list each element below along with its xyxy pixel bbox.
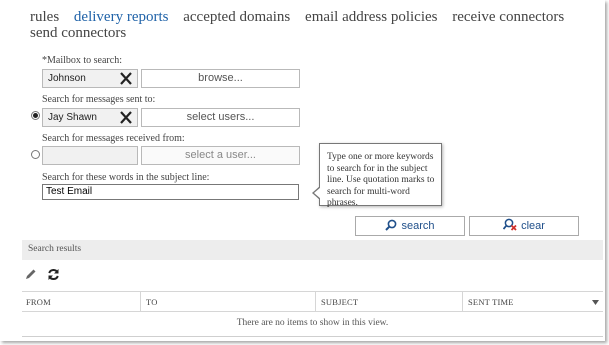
search-button[interactable]: search <box>355 216 465 236</box>
select-users-button[interactable]: select users... <box>141 108 300 127</box>
tab-email-address-policies[interactable]: email address policies <box>305 9 437 25</box>
tab-rules[interactable]: rules <box>30 9 59 25</box>
clear-button-label: clear <box>521 220 545 232</box>
tab-accepted-domains[interactable]: accepted domains <box>183 9 290 25</box>
sent-to-field[interactable]: Jay Shawn <box>42 108 138 127</box>
column-header-from[interactable]: FROM <box>22 291 140 312</box>
tooltip-arrow-inner <box>314 187 321 199</box>
select-user-button: select a user... <box>141 146 300 165</box>
received-from-label: Search for messages received from: <box>42 133 185 144</box>
tab-delivery-reports[interactable]: delivery reports <box>74 9 169 25</box>
delivery-reports-panel: rules delivery reports accepted domains … <box>0 0 605 341</box>
tab-send-connectors[interactable]: send connectors <box>30 25 126 41</box>
sent-to-label: Search for messages sent to: <box>42 94 156 105</box>
clear-button[interactable]: clear <box>469 216 579 236</box>
search-results-header: Search results <box>22 240 603 260</box>
subject-label: Search for these words in the subject li… <box>42 172 210 183</box>
search-button-label: search <box>401 220 435 232</box>
edit-icon[interactable] <box>25 268 37 280</box>
column-header-subject[interactable]: SUBJECT <box>315 291 462 312</box>
search-icon <box>385 219 397 231</box>
clear-search-icon <box>502 218 517 231</box>
remove-recipient-icon[interactable] <box>119 110 133 125</box>
received-from-radio[interactable] <box>31 150 40 159</box>
empty-results-message: There are no items to show in this view. <box>236 318 389 328</box>
table-bottom-border <box>22 336 603 337</box>
tab-nav: rules delivery reports accepted domains … <box>30 9 590 41</box>
tab-receive-connectors[interactable]: receive connectors <box>452 9 564 25</box>
sent-to-radio[interactable] <box>31 111 40 120</box>
column-header-sent-time[interactable]: SENT TIME <box>462 291 603 312</box>
column-header-to[interactable]: TO <box>140 291 315 312</box>
subject-input[interactable]: Test Email <box>42 184 299 200</box>
subject-tooltip: Type one or more keywords to search for … <box>319 143 442 208</box>
sent-to-value: Jay Shawn <box>48 112 97 123</box>
remove-mailbox-icon[interactable] <box>119 71 133 86</box>
mailbox-field[interactable]: Johnson <box>42 69 138 88</box>
received-from-field <box>42 146 138 165</box>
mailbox-label: *Mailbox to search: <box>42 55 122 66</box>
sort-desc-icon[interactable] <box>592 300 599 305</box>
refresh-icon[interactable] <box>47 268 60 281</box>
browse-button[interactable]: browse... <box>141 69 300 88</box>
mailbox-value: Johnson <box>48 73 86 84</box>
